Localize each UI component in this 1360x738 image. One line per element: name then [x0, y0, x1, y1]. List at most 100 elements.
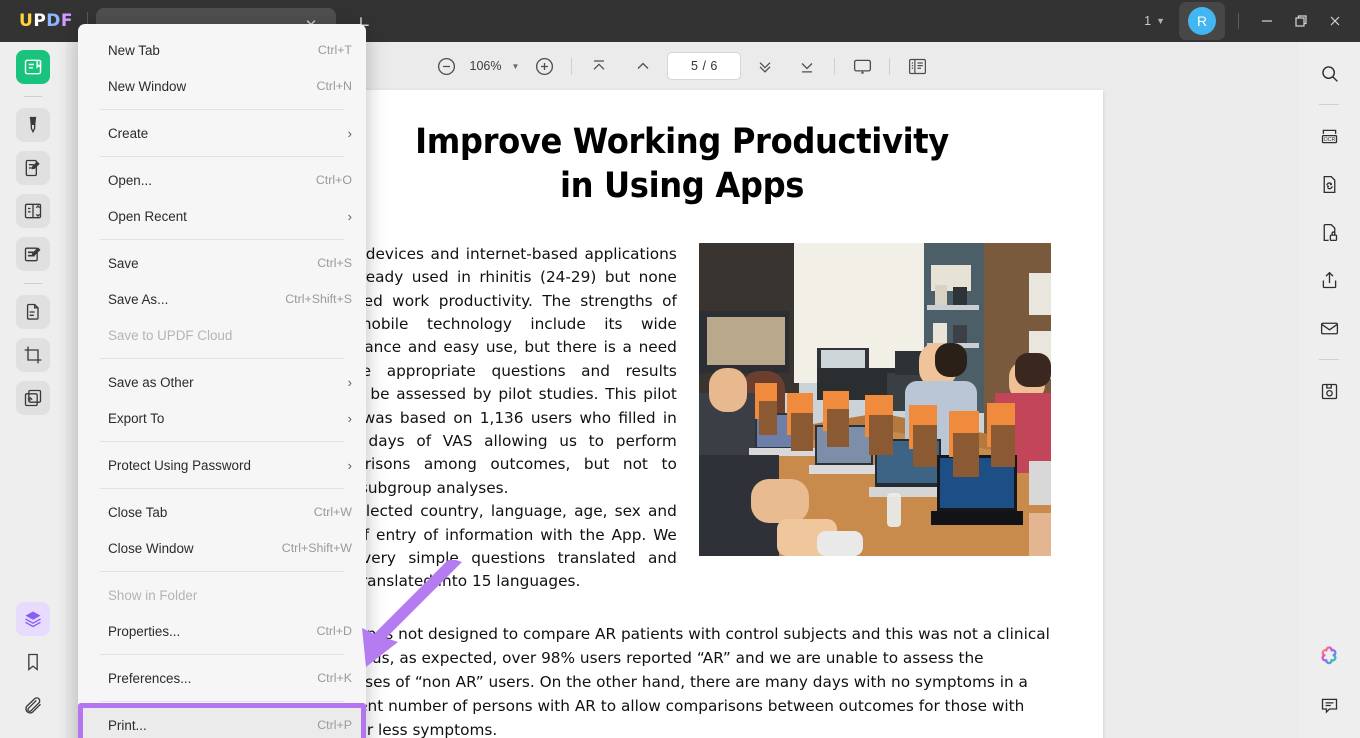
protect-icon[interactable]	[1312, 215, 1346, 249]
sidebar-item-edit-pdf[interactable]	[16, 151, 50, 185]
titlebar-divider	[1238, 13, 1239, 29]
menu-item-create[interactable]: Create›	[78, 115, 366, 151]
toolbar-divider	[571, 58, 572, 75]
window-count-dropdown[interactable]: 1 ▼	[1138, 9, 1171, 33]
menu-divider	[100, 441, 344, 442]
zoom-in-icon[interactable]	[529, 51, 559, 81]
search-icon[interactable]	[1312, 56, 1346, 90]
menu-item-shortcut: Ctrl+O	[316, 173, 352, 187]
toolbar-divider-2	[834, 58, 835, 75]
sidebar-item-crop-pages[interactable]	[16, 338, 50, 372]
zoom-out-icon[interactable]	[432, 51, 462, 81]
menu-item-shortcut: Ctrl+K	[317, 671, 352, 685]
sidebar-item-bookmarks[interactable]	[16, 645, 50, 679]
page-layout-icon[interactable]	[902, 51, 932, 81]
menu-item-label: Preferences...	[108, 671, 317, 686]
menu-item-save-to-updf-cloud: Save to UPDF Cloud	[78, 317, 366, 353]
menu-item-label: Print...	[108, 718, 317, 733]
sidebar-item-reader-view[interactable]	[16, 50, 50, 84]
menu-item-shortcut: Ctrl+S	[317, 256, 352, 270]
menu-item-shortcut: Ctrl+P	[317, 718, 352, 732]
menu-item-show-in-folder: Show in Folder	[78, 577, 366, 613]
menu-item-close-tab[interactable]: Close TabCtrl+W	[78, 494, 366, 530]
sidebar-item-batch-process[interactable]	[16, 381, 50, 415]
sidebar-item-annotate-highlighter[interactable]	[16, 108, 50, 142]
page-indicator[interactable]: 5 / 6	[667, 52, 741, 80]
sidebar-item-fill-and-sign[interactable]	[16, 237, 50, 271]
menu-divider	[100, 654, 344, 655]
menu-item-open[interactable]: Open...Ctrl+O	[78, 162, 366, 198]
menu-item-label: New Tab	[108, 43, 318, 58]
sidebar-item-organize-pages[interactable]	[16, 194, 50, 228]
document-column-text: Smart devices and internet-based applica…	[313, 243, 677, 594]
menu-item-new-tab[interactable]: New TabCtrl+T	[78, 32, 366, 68]
svg-text:OCR: OCR	[1323, 137, 1335, 143]
restore-icon[interactable]	[1284, 6, 1318, 36]
menu-item-label: Save as Other	[108, 375, 348, 390]
email-icon[interactable]	[1312, 311, 1346, 345]
menu-item-protect-using-password[interactable]: Protect Using Password›	[78, 447, 366, 483]
menu-item-label: Properties...	[108, 624, 317, 639]
menu-item-save-as[interactable]: Save As...Ctrl+Shift+S	[78, 281, 366, 317]
zoom-level[interactable]: 106%	[464, 59, 508, 73]
menu-item-shortcut: Ctrl+W	[314, 505, 352, 519]
menu-item-shortcut: Ctrl+Shift+S	[285, 292, 352, 306]
menu-item-close-window[interactable]: Close WindowCtrl+Shift+W	[78, 530, 366, 566]
menu-item-print[interactable]: Print...Ctrl+P	[78, 707, 366, 738]
menu-divider	[100, 701, 344, 702]
menu-item-new-window[interactable]: New WindowCtrl+N	[78, 68, 366, 104]
sidebar-divider-2	[24, 283, 42, 284]
menu-item-label: Create	[108, 126, 348, 141]
menu-item-open-recent[interactable]: Open Recent›	[78, 198, 366, 234]
document-paragraph-1: Smart devices and internet-based applica…	[313, 243, 677, 500]
chevron-right-icon: ›	[348, 411, 352, 426]
menu-item-label: Protect Using Password	[108, 458, 348, 473]
menu-divider	[100, 156, 344, 157]
next-page-icon[interactable]	[750, 51, 780, 81]
chevron-right-icon: ›	[348, 458, 352, 473]
left-sidebar	[0, 42, 66, 738]
window-close-icon[interactable]	[1318, 6, 1352, 36]
menu-item-export-to[interactable]: Export To›	[78, 400, 366, 436]
menu-divider	[100, 239, 344, 240]
menu-item-properties[interactable]: Properties...Ctrl+D	[78, 613, 366, 649]
first-page-icon[interactable]	[584, 51, 614, 81]
menu-item-label: Open Recent	[108, 209, 348, 224]
share-icon[interactable]	[1312, 263, 1346, 297]
menu-item-shortcut: Ctrl+D	[317, 624, 352, 638]
menu-item-save[interactable]: SaveCtrl+S	[78, 245, 366, 281]
menu-divider	[100, 571, 344, 572]
document-page: Improve Working Productivity in Using Ap…	[261, 90, 1103, 738]
menu-item-preferences[interactable]: Preferences...Ctrl+K	[78, 660, 366, 696]
menu-item-label: Save As...	[108, 292, 285, 307]
last-page-icon[interactable]	[792, 51, 822, 81]
presentation-icon[interactable]	[847, 51, 877, 81]
convert-icon[interactable]	[1312, 167, 1346, 201]
file-menu[interactable]: New TabCtrl+TNew WindowCtrl+NCreate›Open…	[78, 24, 366, 738]
menu-item-label: Save to UPDF Cloud	[108, 328, 352, 343]
menu-divider	[100, 109, 344, 110]
ocr-icon[interactable]: OCR	[1312, 119, 1346, 153]
account-button[interactable]: R	[1179, 2, 1225, 40]
toolbar-divider-3	[889, 58, 890, 75]
menu-item-shortcut: Ctrl+N	[317, 79, 352, 93]
sidebar-item-page-tools[interactable]	[16, 295, 50, 329]
menu-item-shortcut: Ctrl+T	[318, 43, 352, 57]
previous-page-icon[interactable]	[628, 51, 658, 81]
chevron-down-icon: ▼	[1156, 16, 1165, 26]
sidebar-item-layers[interactable]	[16, 602, 50, 636]
menu-item-label: Export To	[108, 411, 348, 426]
chevron-down-icon[interactable]: ▼	[510, 62, 528, 71]
chevron-right-icon: ›	[348, 209, 352, 224]
menu-divider	[100, 488, 344, 489]
menu-item-save-as-other[interactable]: Save as Other›	[78, 364, 366, 400]
menu-item-label: Close Window	[108, 541, 282, 556]
save-storage-icon[interactable]	[1312, 374, 1346, 408]
sidebar-item-attachments[interactable]	[16, 688, 50, 722]
document-paragraph-2: We collected country, language, age, sex…	[313, 500, 677, 594]
sidebar-divider	[24, 96, 42, 97]
minimize-icon[interactable]	[1250, 6, 1284, 36]
ai-assistant-icon[interactable]	[1312, 640, 1346, 674]
comment-icon[interactable]	[1312, 688, 1346, 722]
right-sidebar: OCR	[1298, 42, 1360, 738]
